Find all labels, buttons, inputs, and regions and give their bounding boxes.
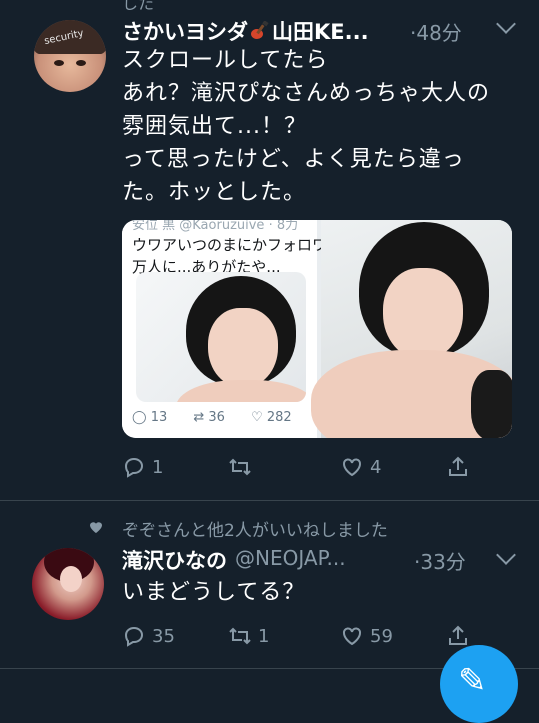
reply-count: 1 bbox=[152, 456, 164, 478]
avatar[interactable]: security bbox=[34, 20, 106, 92]
embedded-photo bbox=[136, 272, 306, 402]
retweet-icon bbox=[229, 458, 251, 476]
tweet-actions: 1 4 bbox=[122, 454, 502, 480]
avatar[interactable] bbox=[32, 548, 104, 620]
like-button[interactable]: 4 bbox=[340, 454, 381, 480]
like-count: 59 bbox=[370, 625, 393, 647]
author-name-part2: 山田KE... bbox=[272, 20, 369, 44]
tweet-time[interactable]: ·33分 bbox=[414, 546, 466, 575]
tweet-time[interactable]: ·48分 bbox=[410, 17, 462, 46]
author-handle[interactable]: @NEOJAP... bbox=[235, 546, 346, 570]
guitar-emoji-icon bbox=[251, 21, 269, 39]
reply-button[interactable]: 35 bbox=[122, 623, 175, 649]
tweet-media[interactable]: 安位 黒 @Kaoruzuive · 8力 ウワアいつのまにかフォロワ 万人に.… bbox=[122, 220, 512, 438]
tweet-actions: 35 1 59 bbox=[122, 623, 502, 649]
tweet-text: いまどうしてる？ bbox=[122, 580, 306, 605]
share-button[interactable] bbox=[446, 454, 476, 480]
reply-icon bbox=[124, 457, 144, 478]
reply-count: 35 bbox=[152, 625, 175, 647]
author-name-part1: さかいヨシダ bbox=[122, 20, 248, 44]
compose-icon: ✎ bbox=[458, 661, 487, 701]
retweet-count: 1 bbox=[258, 625, 270, 647]
author-name[interactable]: 滝沢ひなの bbox=[122, 545, 227, 575]
embedded-tweet-actions: ◯ 13 ⇄ 36 ♡ 282 bbox=[132, 410, 292, 425]
reply-icon bbox=[124, 626, 144, 647]
embedded-reply-count: 13 bbox=[150, 410, 168, 425]
photo-image[interactable] bbox=[311, 220, 512, 438]
share-icon bbox=[449, 625, 467, 645]
embedded-tweet-header: 安位 黒 @Kaoruzuive · 8力 bbox=[132, 220, 299, 233]
embedded-like-count: 282 bbox=[266, 410, 292, 425]
shoulder-shape bbox=[176, 380, 306, 402]
avatar-eye bbox=[76, 60, 86, 66]
retweet-button[interactable]: 1 bbox=[228, 623, 269, 649]
retweet-button[interactable] bbox=[228, 454, 258, 480]
retweet-icon bbox=[229, 627, 251, 645]
clothing-shape bbox=[471, 370, 512, 438]
avatar-face bbox=[60, 566, 82, 592]
tweet-1[interactable]: security さかいヨシダ 山田KE... ·48分 スクロールしてたら あ… bbox=[0, 0, 539, 500]
chevron-down-icon[interactable] bbox=[496, 14, 516, 34]
avatar-eye bbox=[54, 60, 64, 66]
embedded-tweet-image[interactable]: 安位 黒 @Kaoruzuive · 8力 ウワアいつのまにかフォロワ 万人に.… bbox=[122, 220, 327, 438]
share-icon bbox=[449, 456, 467, 476]
author-name[interactable]: さかいヨシダ 山田KE... bbox=[122, 16, 369, 46]
reply-button[interactable]: 1 bbox=[122, 454, 163, 480]
tweet-text: スクロールしてたら あれ？滝沢ぴなさんめっちゃ大人の 雰囲気出て...！？ って… bbox=[122, 48, 491, 205]
embedded-tweet-line: ウワアいつのまにかフォロワ bbox=[132, 236, 328, 254]
like-icon bbox=[343, 458, 361, 477]
face-shape bbox=[208, 308, 278, 388]
like-icon bbox=[343, 627, 361, 646]
like-button[interactable]: 59 bbox=[340, 623, 393, 649]
compose-button[interactable]: ✎ bbox=[440, 645, 518, 723]
time-value: 48分 bbox=[416, 21, 462, 45]
embedded-retweet-count: 36 bbox=[208, 410, 225, 425]
like-count: 4 bbox=[370, 456, 382, 478]
face-shape bbox=[383, 268, 463, 360]
